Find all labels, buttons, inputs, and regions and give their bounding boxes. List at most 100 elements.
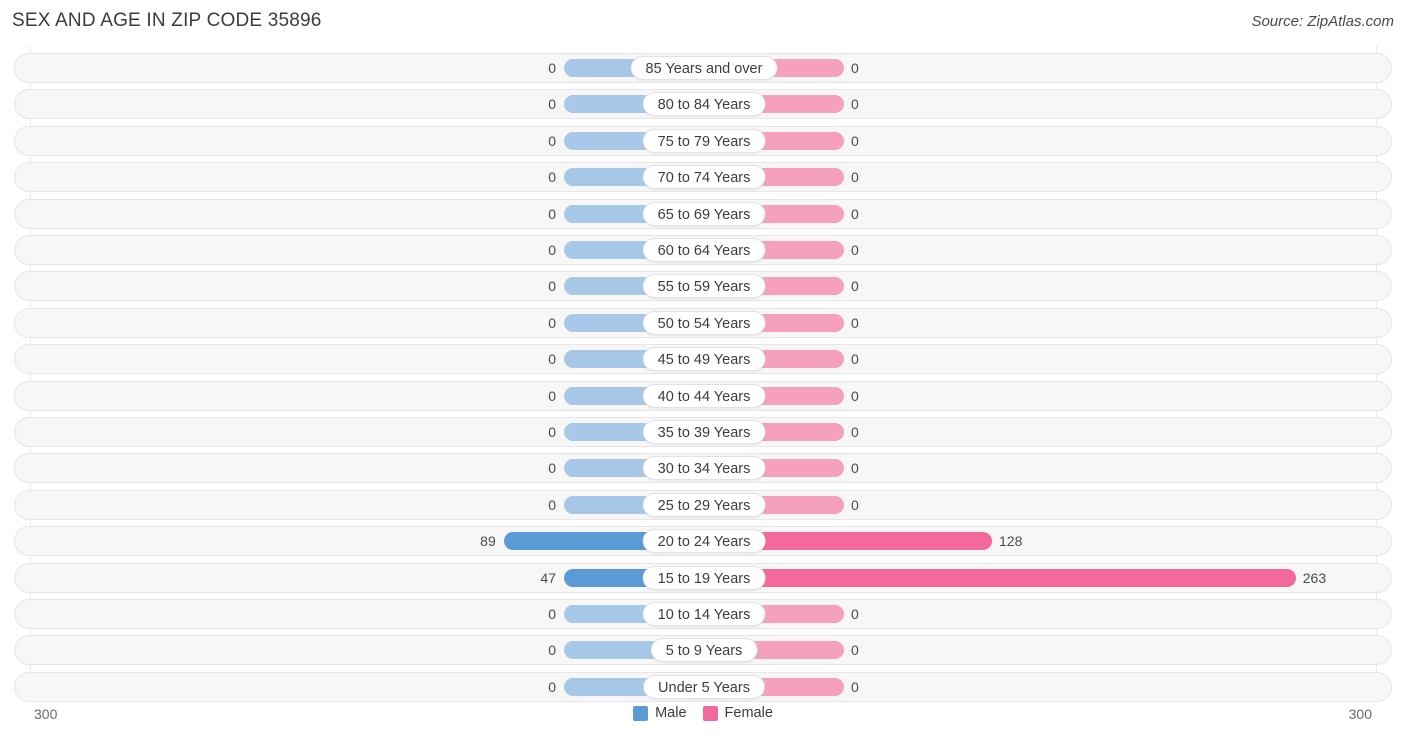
value-label-female: 0	[851, 242, 859, 258]
value-label-female: 0	[851, 205, 859, 222]
age-group-label[interactable]: Under 5 Years	[643, 674, 765, 699]
chart-row[interactable]: 0 0 55 to 59 Years	[14, 271, 1392, 302]
chart-row[interactable]: 0 0 85 Years and over	[14, 53, 1392, 83]
chart-row[interactable]: 0 0 70 to 74 Years	[14, 162, 1392, 193]
value-label-female: 0	[851, 678, 859, 695]
chart-row-inner: 0 0 75 to 79 Years	[15, 127, 1391, 155]
chart-row-inner: 0 0 70 to 74 Years	[15, 163, 1391, 191]
chart-row[interactable]: 0 0 75 to 79 Years	[14, 125, 1392, 156]
value-label-male: 0	[548, 314, 556, 331]
chart-row-inner: 0 0 5 to 9 Years	[15, 636, 1391, 664]
chart-row[interactable]: 0 0 35 to 39 Years	[14, 417, 1392, 447]
value-label-male: 0	[548, 678, 556, 695]
legend-label-male: Male	[655, 705, 687, 721]
chart-row-inner: 0 0 85 Years and over	[15, 54, 1391, 82]
value-label-female: 0	[851, 278, 859, 295]
chart-row[interactable]: 0 0 30 to 34 Years	[14, 453, 1392, 484]
value-label-female: 0	[851, 387, 859, 404]
value-label-female: 0	[851, 351, 859, 368]
age-group-label[interactable]: 15 to 19 Years	[642, 565, 766, 590]
age-group-label[interactable]: 35 to 39 Years	[642, 420, 766, 444]
value-label-male: 0	[548, 460, 556, 477]
chart-row-inner: 89 128 20 to 24 Years	[15, 527, 1391, 555]
legend-swatch-female-icon	[702, 705, 718, 721]
chart-row-inner: 0 0 30 to 34 Years	[15, 454, 1391, 482]
value-label-male: 0	[548, 642, 556, 659]
value-label-male: 0	[548, 387, 556, 404]
value-label-male: 0	[548, 606, 556, 622]
chart-row[interactable]: 0 0 25 to 29 Years	[14, 489, 1392, 520]
age-group-label[interactable]: 65 to 69 Years	[642, 201, 766, 226]
chart-row-inner: 0 0 65 to 69 Years	[15, 200, 1391, 228]
value-label-female: 0	[851, 460, 859, 477]
value-label-male: 0	[548, 60, 556, 76]
value-label-male: 0	[548, 424, 556, 440]
chart-row-inner: 0 0 40 to 44 Years	[15, 382, 1391, 410]
chart-row[interactable]: 0 0 45 to 49 Years	[14, 344, 1392, 375]
chart-header: SEX AND AGE IN ZIP CODE 35896 Source: Zi…	[0, 0, 1406, 46]
value-label-female: 0	[851, 169, 859, 186]
chart-row[interactable]: 0 0 65 to 69 Years	[14, 198, 1392, 229]
value-label-male: 0	[548, 96, 556, 113]
value-label-female: 0	[851, 642, 859, 659]
value-label-female: 0	[851, 314, 859, 331]
value-label-male: 0	[548, 132, 556, 149]
chart-row[interactable]: 0 0 40 to 44 Years	[14, 380, 1392, 411]
value-label-female: 128	[999, 533, 1023, 550]
chart-row-inner: 0 0 80 to 84 Years	[15, 90, 1391, 118]
value-label-male: 0	[548, 242, 556, 258]
chart-plot-area: 0 0 85 Years and over 0 0 80 to 84 Years 0 0 75 …	[0, 46, 1406, 702]
age-group-label[interactable]: 30 to 34 Years	[642, 456, 766, 481]
age-group-label[interactable]: 85 Years and over	[630, 56, 778, 80]
value-label-female: 263	[1302, 569, 1327, 586]
chart-row[interactable]: 0 0 5 to 9 Years	[14, 635, 1392, 666]
age-group-label[interactable]: 25 to 29 Years	[642, 492, 766, 517]
chart-row[interactable]: 47 263 15 to 19 Years	[14, 562, 1392, 593]
chart-legend: Male Female	[0, 705, 1406, 721]
legend-item-male[interactable]: Male	[633, 705, 687, 721]
chart-row-inner: 0 0 45 to 49 Years	[15, 345, 1391, 373]
age-group-label[interactable]: 70 to 74 Years	[642, 165, 766, 190]
value-label-female: 0	[851, 496, 859, 513]
chart-row-inner: 0 0 35 to 39 Years	[15, 418, 1391, 446]
value-label-male: 0	[548, 496, 556, 513]
age-group-label[interactable]: 80 to 84 Years	[642, 92, 766, 117]
chart-row-inner: 0 0 Under 5 Years	[15, 673, 1391, 701]
age-group-label[interactable]: 60 to 64 Years	[642, 238, 766, 262]
bar-female[interactable]	[704, 568, 1296, 587]
age-group-label[interactable]: 50 to 54 Years	[642, 310, 766, 335]
chart-row-inner: 0 0 60 to 64 Years	[15, 236, 1391, 264]
chart-footer: 300 300 Male Female	[0, 698, 1406, 740]
legend-swatch-male-icon	[633, 705, 649, 721]
value-label-female: 0	[851, 96, 859, 113]
legend-label-female: Female	[724, 705, 773, 721]
chart-row[interactable]: 0 0 60 to 64 Years	[14, 235, 1392, 265]
value-label-male: 0	[548, 351, 556, 368]
chart-row-inner: 0 0 25 to 29 Years	[15, 491, 1391, 519]
value-label-female: 0	[851, 606, 859, 622]
value-label-male: 0	[548, 278, 556, 295]
age-group-label[interactable]: 75 to 79 Years	[642, 128, 766, 153]
value-label-male: 47	[540, 569, 556, 586]
age-group-label[interactable]: 45 to 49 Years	[642, 347, 766, 372]
age-group-label[interactable]: 10 to 14 Years	[642, 602, 766, 626]
chart-row-inner: 47 263 15 to 19 Years	[15, 564, 1391, 592]
chart-page: SEX AND AGE IN ZIP CODE 35896 Source: Zi…	[0, 0, 1406, 740]
value-label-female: 0	[851, 424, 859, 440]
chart-row[interactable]: 89 128 20 to 24 Years	[14, 526, 1392, 557]
age-group-label[interactable]: 55 to 59 Years	[642, 274, 766, 299]
chart-row[interactable]: 0 0 50 to 54 Years	[14, 307, 1392, 338]
value-label-female: 0	[851, 132, 859, 149]
value-label-male: 89	[480, 533, 496, 550]
chart-row[interactable]: 0 0 80 to 84 Years	[14, 89, 1392, 120]
legend-item-female[interactable]: Female	[702, 705, 773, 721]
chart-row-inner: 0 0 55 to 59 Years	[15, 272, 1391, 300]
chart-row-inner: 0 0 10 to 14 Years	[15, 600, 1391, 628]
page-title: SEX AND AGE IN ZIP CODE 35896	[12, 10, 322, 31]
age-group-label[interactable]: 20 to 24 Years	[642, 529, 766, 554]
source-attribution: Source: ZipAtlas.com	[1251, 13, 1394, 30]
chart-row[interactable]: 0 0 10 to 14 Years	[14, 599, 1392, 629]
age-group-label[interactable]: 40 to 44 Years	[642, 383, 766, 408]
chart-row-inner: 0 0 50 to 54 Years	[15, 309, 1391, 337]
age-group-label[interactable]: 5 to 9 Years	[650, 638, 758, 663]
